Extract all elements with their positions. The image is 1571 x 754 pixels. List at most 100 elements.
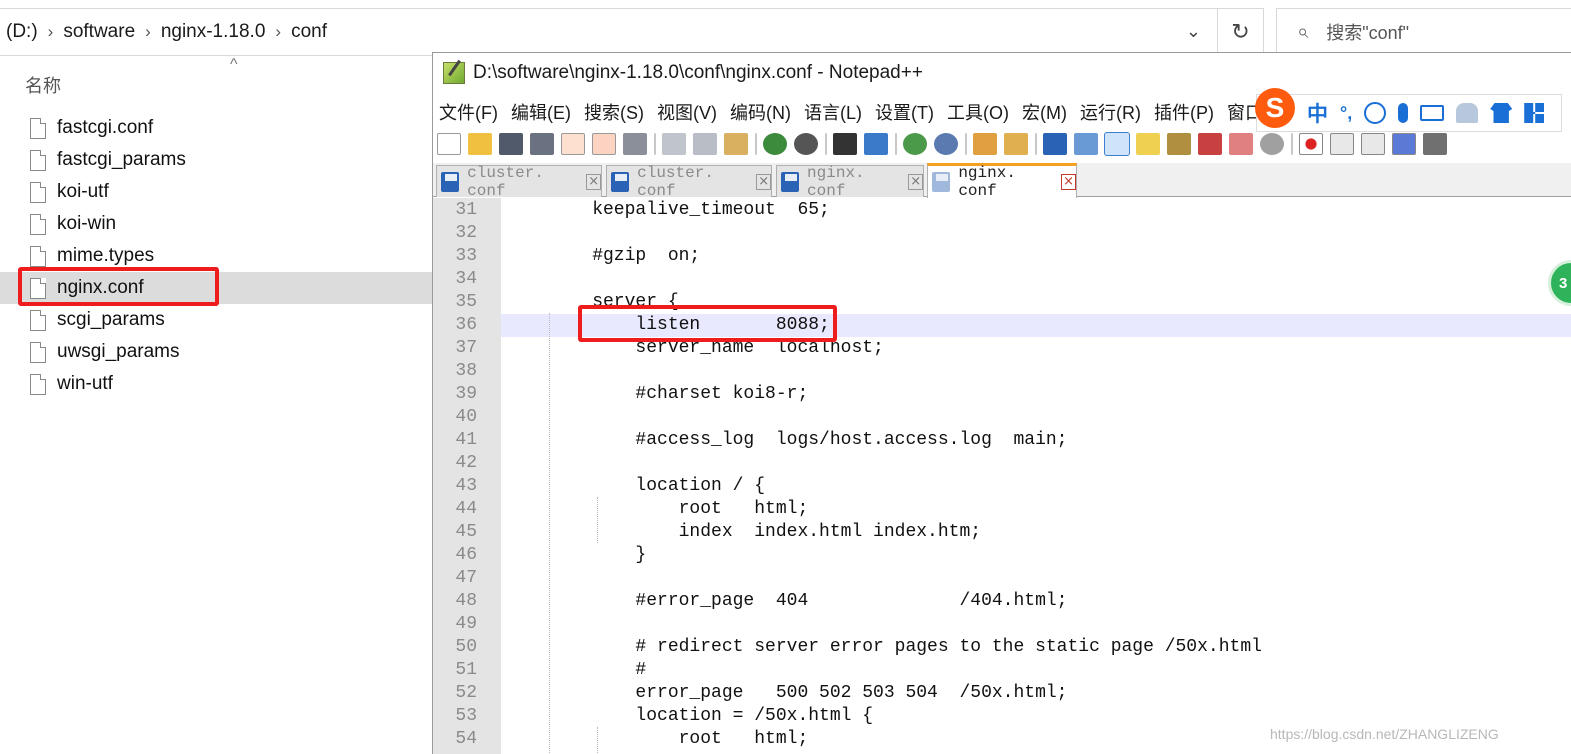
menu-macro[interactable]: 宏(M) xyxy=(1022,99,1067,125)
keyboard-icon[interactable] xyxy=(1420,105,1445,121)
code-line[interactable]: 50 # redirect server error pages to the … xyxy=(433,636,1571,659)
code-editor[interactable]: 31 keepalive_timeout 65; 32 33 #gzip on; 34… xyxy=(433,198,1571,754)
replace-icon[interactable] xyxy=(864,133,888,155)
sogou-logo-icon[interactable]: S xyxy=(1255,88,1295,128)
close-tab-icon[interactable]: × xyxy=(756,173,771,190)
code-text[interactable]: location = /50x.html { xyxy=(501,705,1571,728)
ime-language-toggle[interactable]: 中 xyxy=(1307,98,1328,128)
code-line[interactable]: 52 error_page 500 502 503 504 /50x.html; xyxy=(433,682,1571,705)
code-line[interactable]: 34 xyxy=(433,268,1571,291)
tab-nginx-conf-1[interactable]: nginx. conf × xyxy=(776,164,924,200)
macro-run-multiple-icon[interactable] xyxy=(1392,133,1416,155)
code-text[interactable]: location / { xyxy=(501,475,1571,498)
macro-play-icon[interactable] xyxy=(1361,133,1385,155)
indent-guide-icon[interactable] xyxy=(1104,132,1130,156)
file-item[interactable]: koi-win xyxy=(0,208,432,240)
code-line[interactable]: 41 #access_log logs/host.access.log main… xyxy=(433,429,1571,452)
chevron-down-icon[interactable]: ⌄ xyxy=(1186,21,1201,42)
code-line[interactable]: 51 # xyxy=(433,659,1571,682)
menu-language[interactable]: 语言(L) xyxy=(804,99,862,125)
file-item[interactable]: win-utf xyxy=(0,368,432,400)
code-line[interactable]: 32 xyxy=(433,222,1571,245)
code-line[interactable]: 39 #charset koi8-r; xyxy=(433,383,1571,406)
save-icon[interactable] xyxy=(499,133,523,155)
code-line[interactable]: 42 xyxy=(433,452,1571,475)
show-all-chars-icon[interactable] xyxy=(1074,133,1098,155)
address-bar[interactable]: (D:) › software › nginx-1.18.0 › conf ⌄ xyxy=(0,8,1218,56)
close-tab-icon[interactable]: × xyxy=(586,173,601,190)
function-list-icon[interactable] xyxy=(1198,133,1222,155)
file-item[interactable]: fastcgi_params xyxy=(0,144,432,176)
menu-settings[interactable]: 设置(T) xyxy=(875,99,934,125)
code-text[interactable]: keepalive_timeout 65; xyxy=(501,199,1571,222)
monitoring-icon[interactable] xyxy=(1260,133,1284,155)
file-item[interactable]: uwsgi_params xyxy=(0,336,432,368)
macro-record-icon[interactable] xyxy=(1299,133,1323,155)
menu-file[interactable]: 文件(F) xyxy=(439,99,498,125)
ime-punctuation-toggle[interactable]: °, xyxy=(1340,103,1352,124)
copy-icon[interactable] xyxy=(693,133,717,155)
code-line[interactable]: 37 server_name localhost; xyxy=(433,337,1571,360)
code-text[interactable]: # redirect server error pages to the sta… xyxy=(501,636,1571,659)
zoom-in-icon[interactable] xyxy=(903,133,927,155)
menu-encoding[interactable]: 编码(N) xyxy=(730,99,791,125)
tab-nginx-conf-active[interactable]: nginx. conf × xyxy=(927,163,1077,200)
macro-save-icon[interactable] xyxy=(1423,133,1447,155)
chevron-right-icon[interactable]: › xyxy=(145,22,151,42)
code-text[interactable]: # xyxy=(501,659,1571,682)
user-language-icon[interactable] xyxy=(1136,133,1160,155)
microphone-icon[interactable] xyxy=(1398,103,1409,123)
open-file-icon[interactable] xyxy=(468,133,492,155)
breadcrumb-software[interactable]: software xyxy=(63,21,135,43)
find-icon[interactable] xyxy=(833,133,857,155)
breadcrumb-nginx[interactable]: nginx-1.18.0 xyxy=(161,21,266,43)
code-line[interactable]: 36 listen 8088; xyxy=(433,314,1571,337)
close-all-icon[interactable] xyxy=(592,133,616,155)
zoom-out-icon[interactable] xyxy=(934,133,958,155)
sync-vertical-icon[interactable] xyxy=(973,133,997,155)
word-wrap-icon[interactable] xyxy=(1043,133,1067,155)
code-line[interactable]: 53 location = /50x.html { xyxy=(433,705,1571,728)
code-line[interactable]: 43 location / { xyxy=(433,475,1571,498)
code-text[interactable]: #error_page 404 /404.html; xyxy=(501,590,1571,613)
grid-menu-icon[interactable] xyxy=(1524,103,1545,123)
refresh-button[interactable]: ↻ xyxy=(1218,8,1264,56)
skin-shirt-icon[interactable] xyxy=(1490,103,1513,123)
redo-icon[interactable] xyxy=(794,133,818,155)
code-line[interactable]: 49 xyxy=(433,613,1571,636)
code-line[interactable]: 31 keepalive_timeout 65; xyxy=(433,199,1571,222)
code-text[interactable]: #gzip on; xyxy=(501,245,1571,268)
undo-icon[interactable] xyxy=(763,133,787,155)
code-line[interactable]: 40 xyxy=(433,406,1571,429)
menu-run[interactable]: 运行(R) xyxy=(1080,99,1141,125)
menu-search[interactable]: 搜索(S) xyxy=(584,99,644,125)
code-line[interactable]: 33 #gzip on; xyxy=(433,245,1571,268)
close-file-icon[interactable] xyxy=(561,133,585,155)
user-icon[interactable] xyxy=(1456,103,1479,123)
column-header-name[interactable]: 名称 xyxy=(25,72,61,98)
file-item[interactable]: scgi_params xyxy=(0,304,432,336)
code-line[interactable]: 47 xyxy=(433,567,1571,590)
code-text[interactable]: root html; xyxy=(501,498,1571,521)
file-item-selected[interactable]: nginx.conf xyxy=(0,272,432,304)
cut-icon[interactable] xyxy=(662,133,686,155)
code-text[interactable]: error_page 500 502 503 504 /50x.html; xyxy=(501,682,1571,705)
search-input[interactable]: ⌕ 搜索"conf" xyxy=(1276,8,1571,56)
menu-view[interactable]: 视图(V) xyxy=(657,99,717,125)
code-line[interactable]: 38 xyxy=(433,360,1571,383)
print-icon[interactable] xyxy=(623,133,647,155)
menu-plugins[interactable]: 插件(P) xyxy=(1154,99,1214,125)
code-text[interactable]: server_name localhost; xyxy=(501,337,1571,360)
menu-edit[interactable]: 编辑(E) xyxy=(511,99,571,125)
chevron-right-icon[interactable]: › xyxy=(48,22,54,42)
close-tab-icon[interactable]: × xyxy=(908,173,923,190)
breadcrumb-conf[interactable]: conf xyxy=(291,21,327,43)
menu-tools[interactable]: 工具(O) xyxy=(947,99,1009,125)
code-line[interactable]: 46 } xyxy=(433,544,1571,567)
chevron-right-icon[interactable]: › xyxy=(275,22,281,42)
code-text[interactable]: #access_log logs/host.access.log main; xyxy=(501,429,1571,452)
paste-icon[interactable] xyxy=(724,133,748,155)
breadcrumb-drive[interactable]: (D:) xyxy=(6,21,38,43)
close-tab-icon[interactable]: × xyxy=(1061,174,1076,190)
code-text[interactable]: server { xyxy=(501,291,1571,314)
